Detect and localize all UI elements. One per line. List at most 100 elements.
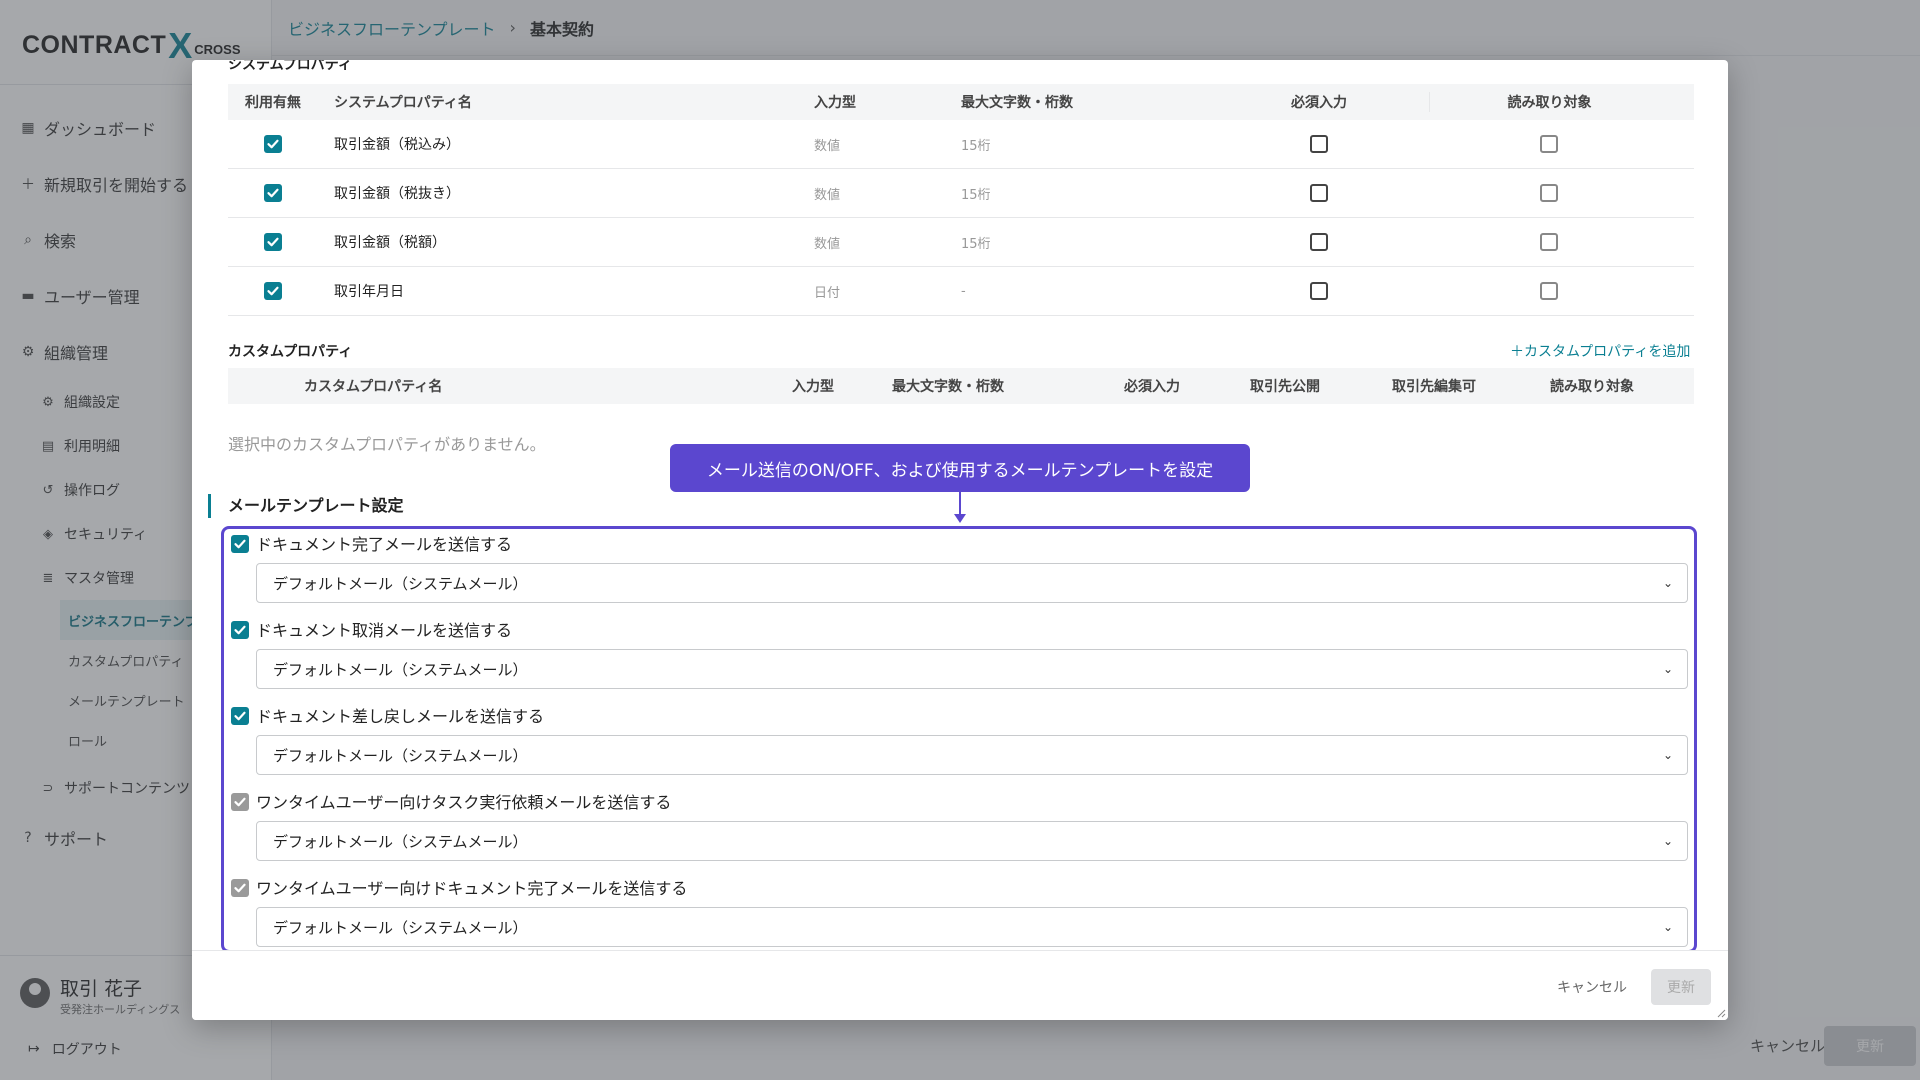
- mail-setting-item: ワンタイムユーザー向けドキュメント完了メールを送信するデフォルトメール（システム…: [224, 873, 1694, 959]
- mail-template-select[interactable]: デフォルトメール（システムメール） ⌄: [256, 907, 1688, 947]
- property-name: 取引金額（税込み）: [334, 137, 460, 153]
- modal-footer: [192, 950, 1728, 1020]
- col-header: システムプロパティ名: [334, 95, 472, 111]
- send-mail-label[interactable]: ドキュメント差し戻しメールを送信する: [256, 706, 544, 728]
- max-length: 15桁: [961, 187, 991, 203]
- readable-cell: [1429, 184, 1669, 202]
- col-header: 入力型: [792, 379, 834, 395]
- col-header: 取引先公開: [1250, 379, 1320, 395]
- enabled-checkbox[interactable]: [264, 233, 282, 251]
- mail-template-select[interactable]: デフォルトメール（システムメール） ⌄: [256, 563, 1688, 603]
- select-value: デフォルトメール（システムメール）: [273, 746, 528, 765]
- required-checkbox[interactable]: [1310, 282, 1328, 300]
- mail-template-select[interactable]: デフォルトメール（システムメール） ⌄: [256, 649, 1688, 689]
- property-name: 取引金額（税抜き）: [334, 186, 460, 202]
- col-header: カスタムプロパティ名: [304, 379, 443, 395]
- col-header: 読み取り対象: [1429, 92, 1669, 112]
- modal-dialog: システムプロパティ 利用有無 システムプロパティ名 入力型 最大文字数・桁数 必…: [192, 60, 1728, 1020]
- required-checkbox[interactable]: [1310, 184, 1328, 202]
- custom-section-title: カスタムプロパティ: [228, 344, 353, 360]
- property-name: 取引金額（税額）: [334, 235, 446, 251]
- mail-setting-item: ワンタイムユーザー向けタスク実行依頼メールを送信するデフォルトメール（システムメ…: [224, 787, 1694, 873]
- required-cell: [1209, 184, 1429, 202]
- mail-template-select[interactable]: デフォルトメール（システムメール） ⌄: [256, 735, 1688, 775]
- table-row: 取引金額（税額） 数値 15桁: [228, 218, 1694, 267]
- enabled-checkbox[interactable]: [264, 184, 282, 202]
- enabled-cell: [228, 282, 318, 300]
- mail-setting-item: ドキュメント完了メールを送信するデフォルトメール（システムメール） ⌄: [224, 529, 1694, 615]
- max-length: 15桁: [961, 138, 991, 154]
- resize-handle-icon[interactable]: [1716, 1008, 1726, 1018]
- readable-checkbox[interactable]: [1540, 184, 1558, 202]
- readable-cell: [1429, 233, 1669, 251]
- input-type: 数値: [814, 236, 841, 252]
- enabled-cell: [228, 184, 318, 202]
- select-value: デフォルトメール（システムメール）: [273, 832, 528, 851]
- chevron-down-icon: ⌄: [1662, 920, 1673, 934]
- enabled-checkbox[interactable]: [264, 282, 282, 300]
- chevron-down-icon: ⌄: [1662, 662, 1673, 676]
- property-name: 取引年月日: [334, 284, 404, 300]
- readable-checkbox[interactable]: [1540, 282, 1558, 300]
- system-section-title: システムプロパティ: [228, 60, 352, 70]
- send-mail-checkbox[interactable]: [231, 535, 249, 553]
- readable-checkbox[interactable]: [1540, 135, 1558, 153]
- mail-section-title: メールテンプレート設定: [228, 496, 404, 515]
- send-mail-checkbox[interactable]: [231, 621, 249, 639]
- col-header: 取引先編集可: [1392, 379, 1476, 395]
- chevron-down-icon: ⌄: [1662, 748, 1673, 762]
- table-header: 利用有無 システムプロパティ名 入力型 最大文字数・桁数 必須入力 読み取り対象: [228, 84, 1694, 120]
- mail-template-select[interactable]: デフォルトメール（システムメール） ⌄: [256, 821, 1688, 861]
- table-body: 取引金額（税込み） 数値 15桁 取引金額（税抜き） 数値 15桁 取引金額（税額） 数値 15…: [228, 120, 1694, 316]
- select-value: デフォルトメール（システムメール）: [273, 660, 528, 679]
- required-checkbox[interactable]: [1310, 135, 1328, 153]
- cancel-button[interactable]: キャンセル: [1557, 977, 1627, 997]
- custom-property-table: カスタムプロパティ名 入力型 最大文字数・桁数 必須入力 取引先公開 取引先編集…: [228, 368, 1694, 404]
- col-header: 利用有無: [245, 95, 301, 111]
- input-type: 数値: [814, 138, 841, 154]
- add-custom-property-button[interactable]: ＋カスタムプロパティを追加: [1510, 341, 1690, 361]
- input-type: 日付: [814, 285, 841, 301]
- chevron-down-icon: ⌄: [1662, 576, 1673, 590]
- annotation-callout: メール送信のON/OFF、および使用するメールテンプレートを設定: [670, 444, 1250, 492]
- send-mail-label[interactable]: ワンタイムユーザー向けドキュメント完了メールを送信する: [256, 878, 687, 900]
- enabled-checkbox[interactable]: [264, 135, 282, 153]
- system-property-table: 利用有無 システムプロパティ名 入力型 最大文字数・桁数 必須入力 読み取り対象…: [228, 84, 1694, 316]
- readable-cell: [1429, 135, 1669, 153]
- col-header: 最大文字数・桁数: [961, 95, 1073, 111]
- callout-arrow-head: [954, 514, 966, 523]
- col-header: 最大文字数・桁数: [892, 379, 1004, 395]
- mail-setting-item: ドキュメント差し戻しメールを送信する デフォルトメール（システムメール） ⌄: [224, 701, 1694, 787]
- required-cell: [1209, 135, 1429, 153]
- send-mail-label[interactable]: ワンタイムユーザー向けタスク実行依頼メールを送信する: [256, 792, 671, 814]
- mail-template-highlight-box: ドキュメント完了メールを送信する デフォルトメール（システムメール） ⌄ ドキュメント…: [221, 526, 1697, 953]
- required-checkbox[interactable]: [1310, 233, 1328, 251]
- table-header: カスタムプロパティ名 入力型 最大文字数・桁数 必須入力 取引先公開 取引先編集…: [228, 368, 1694, 404]
- col-header: 読み取り対象: [1550, 379, 1634, 395]
- send-mail-label[interactable]: ドキュメント完了メールを送信する: [256, 534, 512, 556]
- enabled-cell: [228, 135, 318, 153]
- table-row: 取引金額（税抜き） 数値 15桁: [228, 169, 1694, 218]
- send-mail-checkbox[interactable]: [231, 707, 249, 725]
- col-header: 必須入力: [1124, 379, 1180, 395]
- readable-checkbox[interactable]: [1540, 233, 1558, 251]
- readable-cell: [1429, 282, 1669, 300]
- table-row: 取引年月日 日付 -: [228, 267, 1694, 316]
- send-mail-checkbox[interactable]: [231, 879, 249, 897]
- send-mail-checkbox[interactable]: [231, 793, 249, 811]
- section-accent-bar: [208, 494, 211, 518]
- select-value: デフォルトメール（システムメール）: [273, 574, 528, 593]
- chevron-down-icon: ⌄: [1662, 834, 1673, 848]
- update-button[interactable]: 更新: [1651, 969, 1711, 1005]
- required-cell: [1209, 282, 1429, 300]
- empty-state-text: 選択中のカスタムプロパティがありません。: [228, 435, 546, 454]
- max-length: -: [961, 283, 966, 299]
- col-header: 必須入力: [1291, 95, 1347, 111]
- required-cell: [1209, 233, 1429, 251]
- select-value: デフォルトメール（システムメール）: [273, 918, 528, 937]
- max-length: 15桁: [961, 236, 991, 252]
- col-header: 入力型: [814, 95, 856, 111]
- enabled-cell: [228, 233, 318, 251]
- send-mail-label[interactable]: ドキュメント取消メールを送信する: [256, 620, 512, 642]
- table-row: 取引金額（税込み） 数値 15桁: [228, 120, 1694, 169]
